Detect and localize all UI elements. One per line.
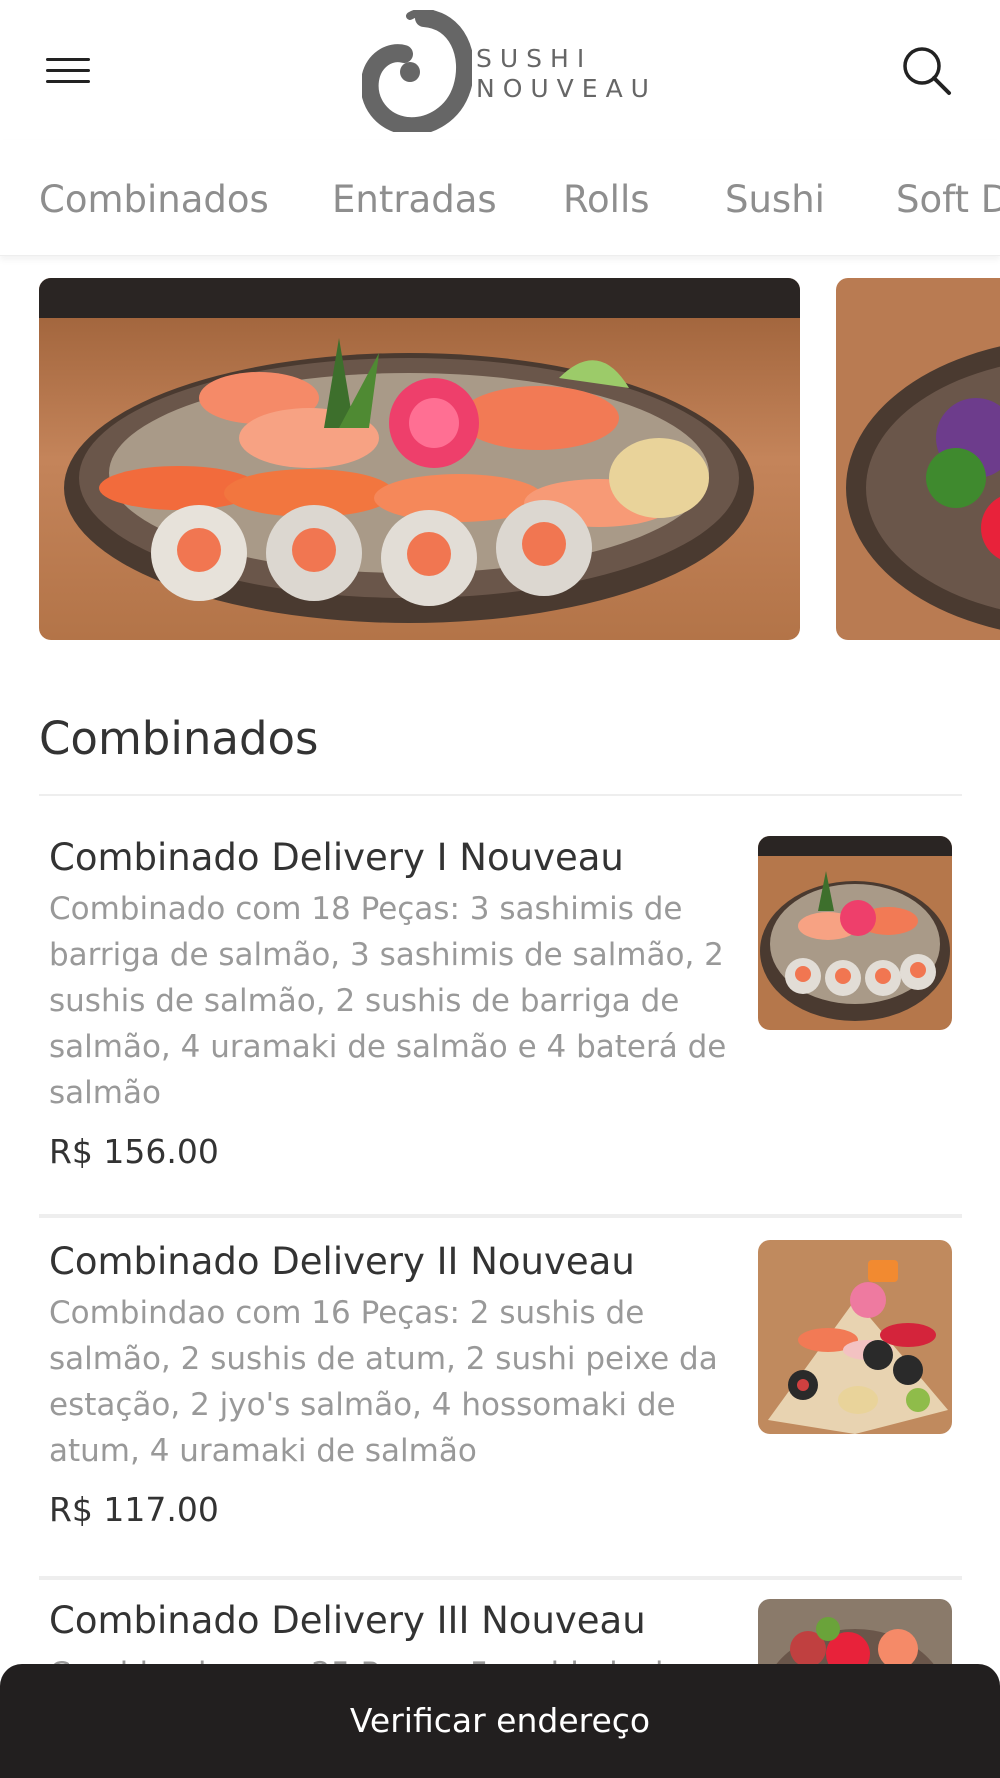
logo-wordmark: SUSHI NOUVEAU xyxy=(476,44,657,103)
tab-rolls[interactable]: Rolls xyxy=(563,178,650,221)
category-tabs: Combinados Entradas Rolls Sushi Soft Dri… xyxy=(0,140,1000,256)
item-name: Combinado Delivery II Nouveau xyxy=(49,1240,635,1283)
item-price: R$ 117.00 xyxy=(49,1490,219,1529)
tab-combinados[interactable]: Combinados xyxy=(39,178,269,221)
menu-item-combinado-2[interactable]: Combinado Delivery II Nouveau Combindao … xyxy=(39,1240,962,1580)
section-title-combinados: Combinados xyxy=(39,712,319,765)
section-divider xyxy=(39,794,962,796)
item-thumbnail-image xyxy=(758,1240,952,1434)
tab-entradas[interactable]: Entradas xyxy=(332,178,497,221)
hamburger-menu-icon[interactable] xyxy=(44,50,92,90)
verify-address-button[interactable]: Verificar endereço xyxy=(0,1664,1000,1778)
menu-item-combinado-1[interactable]: Combinado Delivery I Nouveau Combinado c… xyxy=(39,836,962,1218)
app-page: SUSHI NOUVEAU Combinados Entradas Rolls … xyxy=(0,0,1000,1778)
banner-next-image[interactable] xyxy=(836,278,1000,640)
item-description: Combindao com 16 Peças: 2 sushis de salm… xyxy=(49,1295,718,1469)
app-header: SUSHI NOUVEAU xyxy=(0,0,1000,140)
item-name: Combinado Delivery III Nouveau xyxy=(49,1599,646,1642)
item-separator xyxy=(39,1214,962,1218)
item-name: Combinado Delivery I Nouveau xyxy=(49,836,624,879)
item-description: Combinado com 18 Peças: 3 sashimis de ba… xyxy=(49,891,727,1111)
banner-carousel[interactable] xyxy=(0,278,1000,640)
tab-soft-drinks[interactable]: Soft Drinks xyxy=(896,178,1000,221)
item-price: R$ 156.00 xyxy=(49,1132,219,1171)
sushi-nouveau-logo[interactable]: SUSHI NOUVEAU xyxy=(362,10,652,132)
search-icon[interactable] xyxy=(900,44,954,98)
tab-sushi[interactable]: Sushi xyxy=(725,178,825,221)
banner-combinado-image[interactable] xyxy=(39,278,800,640)
item-separator xyxy=(39,1576,962,1580)
item-thumbnail-image xyxy=(758,836,952,1030)
